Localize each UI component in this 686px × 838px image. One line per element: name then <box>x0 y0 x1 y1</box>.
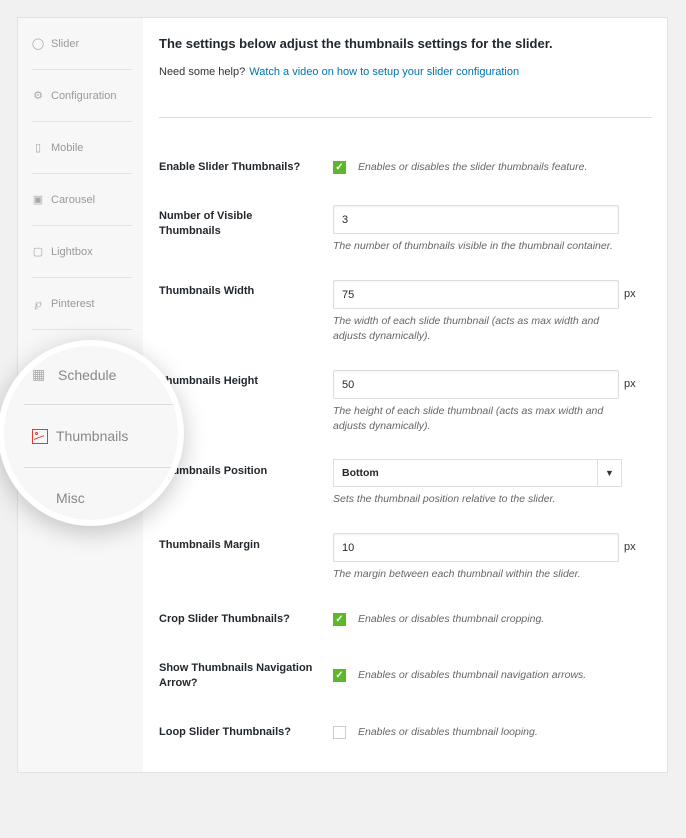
navigation-arrow-checkbox[interactable]: ✓ <box>333 669 346 682</box>
loop-thumbnails-checkbox[interactable] <box>333 726 346 739</box>
thumbnails-height-input[interactable]: 50 <box>333 370 619 399</box>
chevron-down-icon: ▼ <box>597 460 621 486</box>
sidebar-item-configuration[interactable]: ⚙ Configuration <box>32 70 132 122</box>
thumbnails-position-select[interactable]: Bottom ▼ <box>333 459 622 487</box>
divider <box>159 117 652 118</box>
sidebar-item-schedule[interactable]: ▦ Schedule <box>32 366 116 383</box>
lightbox-icon: ▢ <box>32 246 44 258</box>
thumbnails-height-label: Thumbnails Height <box>159 375 258 387</box>
thumbnails-width-label: Thumbnails Width <box>159 285 255 297</box>
thumbnails-margin-input[interactable]: 10 <box>333 533 619 562</box>
sidebar-item-slider[interactable]: ◯ Slider <box>32 18 132 70</box>
main-content: The settings below adjust the thumbnails… <box>159 18 667 772</box>
sidebar-item-pinterest[interactable]: ℘ Pinterest <box>32 278 132 330</box>
gear-icon: ⚙ <box>33 90 43 102</box>
sidebar-item-misc[interactable]: Misc <box>56 490 85 506</box>
loop-thumbnails-label: Loop Slider Thumbnails? <box>159 726 291 738</box>
magnifier-overlay: ▦ Schedule Thumbnails Misc <box>0 340 184 526</box>
mobile-icon: ▯ <box>34 142 42 154</box>
divider <box>24 404 178 405</box>
sidebar-item-carousel[interactable]: ▣ Carousel <box>32 174 132 226</box>
sidebar-item-lightbox[interactable]: ▢ Lightbox <box>32 226 132 278</box>
crop-thumbnails-checkbox[interactable]: ✓ <box>333 613 346 626</box>
circle-icon: ◯ <box>31 38 45 50</box>
thumbnails-position-label: Thumbnails Position <box>159 465 268 477</box>
navigation-arrow-label: Show Thumbnails Navigation Arrow? <box>159 662 313 689</box>
sidebar-item-mobile[interactable]: ▯ Mobile <box>32 122 132 174</box>
help-text: Need some help? Watch a video on how to s… <box>159 66 520 78</box>
enable-thumbnails-label: Enable Slider Thumbnails? <box>159 161 301 173</box>
visible-thumbnails-label: Number of Visible Thumbnails <box>159 210 253 237</box>
image-icon <box>32 428 48 444</box>
carousel-icon: ▣ <box>32 194 44 206</box>
divider <box>24 467 178 468</box>
thumbnails-width-input[interactable]: 75 <box>333 280 619 309</box>
help-video-link[interactable]: Watch a video on how to setup your slide… <box>249 66 519 78</box>
thumbnails-margin-label: Thumbnails Margin <box>159 539 260 551</box>
visible-thumbnails-input[interactable]: 3 <box>333 205 619 234</box>
page-title: The settings below adjust the thumbnails… <box>159 36 553 51</box>
calendar-icon: ▦ <box>32 366 46 382</box>
pinterest-icon: ℘ <box>34 298 42 310</box>
sidebar-item-thumbnails[interactable]: Thumbnails <box>32 428 128 444</box>
crop-thumbnails-label: Crop Slider Thumbnails? <box>159 613 290 625</box>
enable-thumbnails-checkbox[interactable]: ✓ <box>333 161 346 174</box>
